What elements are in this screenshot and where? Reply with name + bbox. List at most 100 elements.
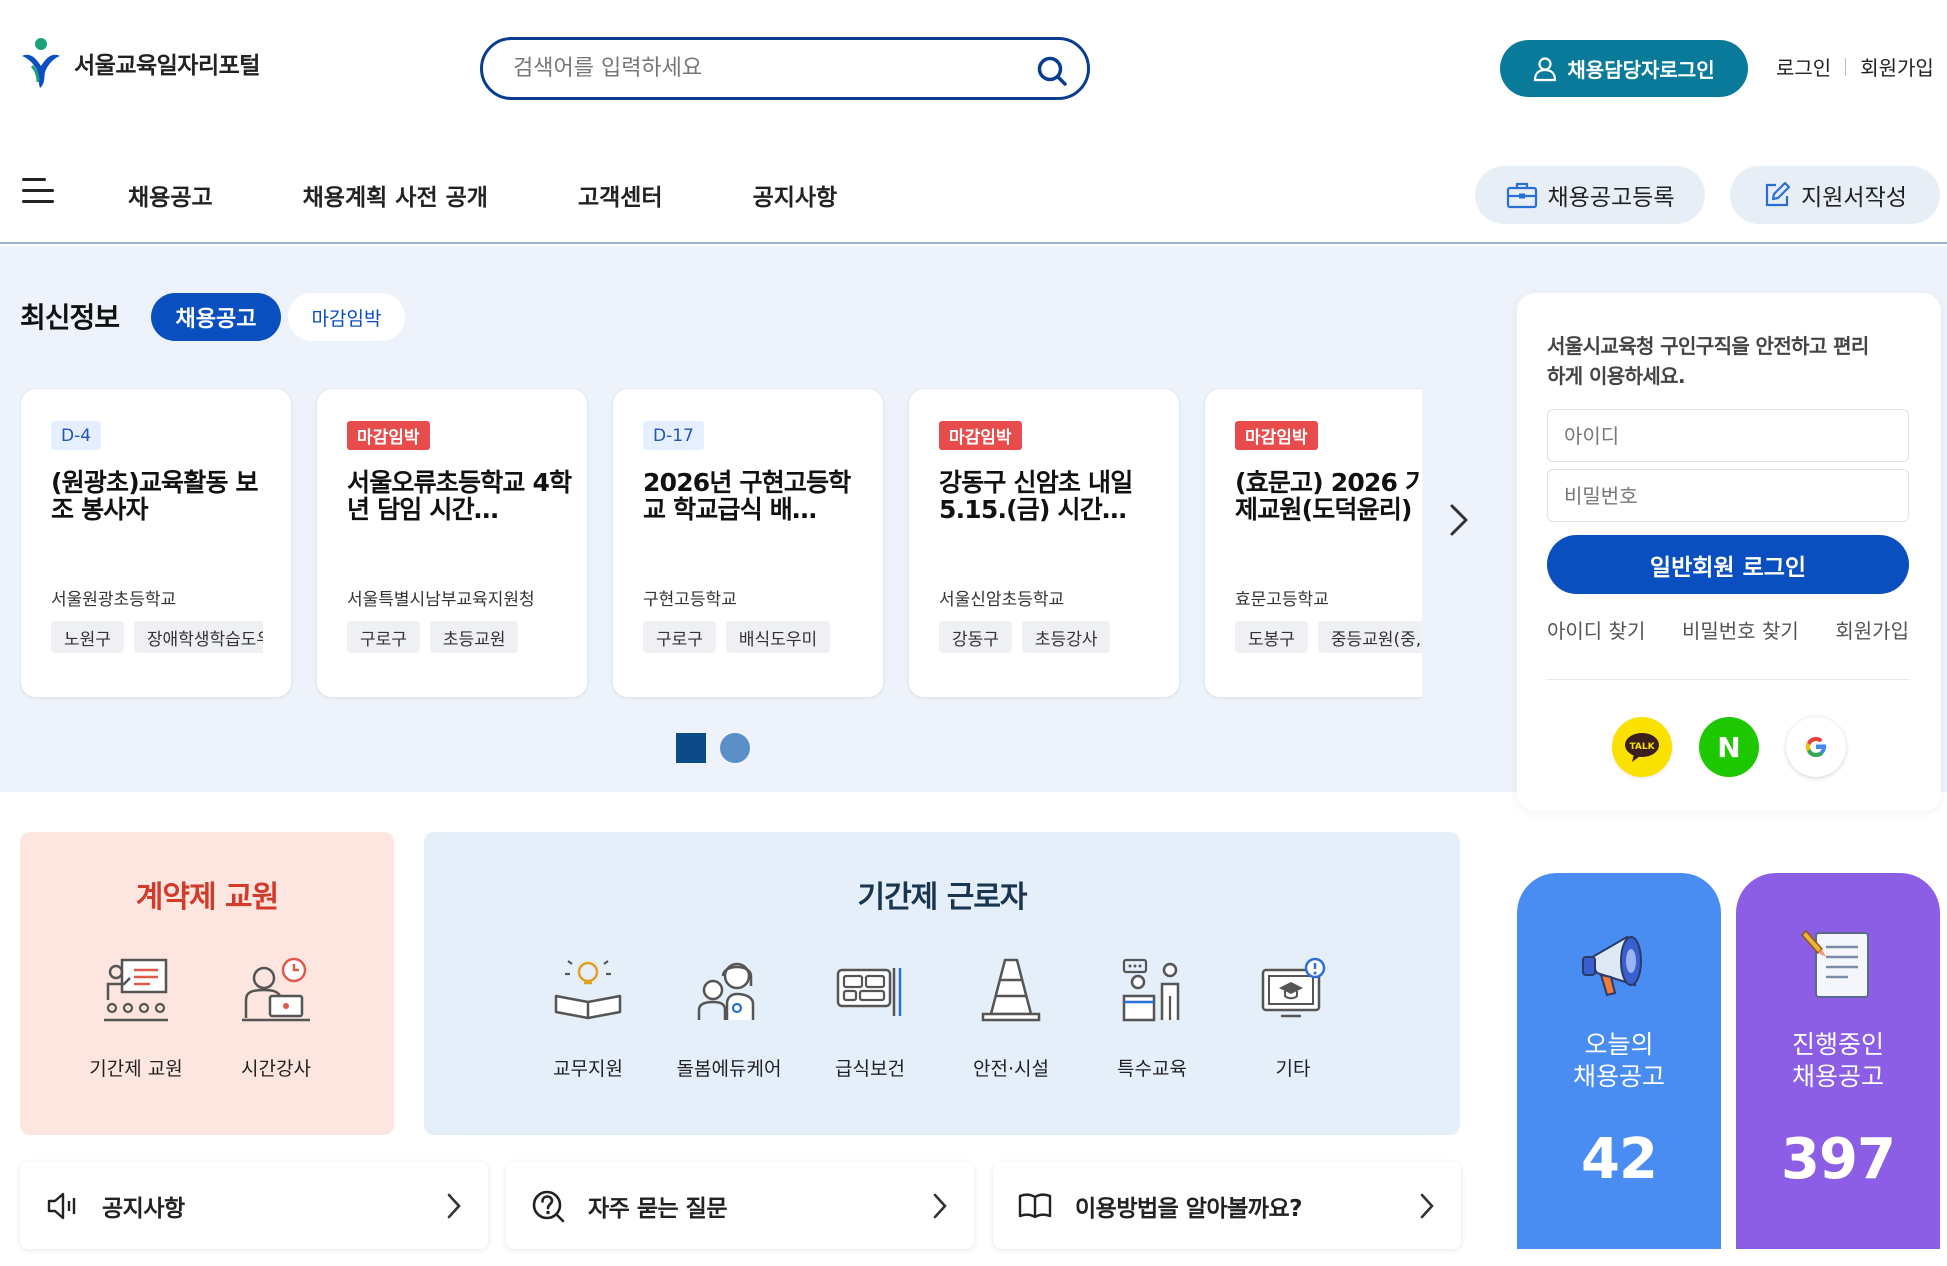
category-etc[interactable]: 기타 (1233, 956, 1353, 1081)
nav-menu: 채용공고 채용계획 사전 공개 고객센터 공지사항 (128, 178, 927, 212)
chevron-right-icon (447, 1193, 461, 1219)
lecturer-clock-icon (242, 957, 310, 1022)
speaker-icon (47, 1192, 76, 1219)
category-label: 안전·시설 (973, 1058, 1049, 1080)
today-postings-card[interactable]: 오늘의 채용공고 42 (1517, 873, 1721, 1249)
region-tag: 도봉구 (1235, 621, 1308, 653)
category-tag: 초등강사 (1021, 621, 1111, 653)
job-tags: 도봉구 중등교원(중,고) (1235, 621, 1422, 653)
job-card[interactable]: 마감임박 서울오류초등학교 4학년 담임 시간… 서울특별시남부교육지원청 구로… (316, 388, 588, 698)
signup-link[interactable]: 회원가입 (1860, 52, 1934, 81)
guide-link-card[interactable]: 이용방법을 알아볼까요? (993, 1162, 1461, 1249)
job-card[interactable]: 마감임박 강동구 신암초 내일 5.15.(금) 시간… 서울신암초등학교 강동… (908, 388, 1180, 698)
job-title: 강동구 신암초 내일 5.15.(금) 시간… (939, 469, 1133, 523)
category-tag: 장애학생학습도우미 (133, 621, 263, 653)
monitor-graduation-icon (1261, 957, 1326, 1018)
category-fixed-term-teacher[interactable]: 기간제 교원 (76, 956, 196, 1081)
find-id-link[interactable]: 아이디 찾기 (1547, 615, 1645, 644)
menu-icon[interactable] (22, 176, 54, 206)
deadline-tag: 마감임박 (1235, 421, 1318, 450)
job-organization: 효문고등학교 (1235, 590, 1329, 610)
logo-icon (22, 38, 60, 88)
kakao-label: TALK (1629, 742, 1655, 752)
faq-link-card[interactable]: 자주 묻는 질문 (506, 1162, 974, 1249)
carousel-next-icon[interactable] (1446, 502, 1470, 538)
link-separator (1845, 57, 1847, 76)
password-field[interactable] (1547, 469, 1909, 522)
question-icon (532, 1190, 565, 1222)
category-academic-support[interactable]: 교무지원 (528, 956, 648, 1081)
nav-item-customer-center[interactable]: 고객센터 (578, 178, 663, 212)
site-logo[interactable]: 서울교육일자리포털 (18, 36, 260, 90)
job-card[interactable]: 마감임박 (효문고) 2026 기간제교원(도덕윤리) 효문고등학교 도봉구 중… (1204, 388, 1422, 698)
site-name: 서울교육일자리포털 (74, 53, 260, 79)
username-field[interactable] (1547, 409, 1909, 462)
google-icon (1806, 737, 1827, 757)
deadline-tag: 마감임박 (939, 421, 1022, 450)
job-card-carousel: D-4 (원광초)교육활동 보조 봉사자 서울원광초등학교 노원구 장애학생학습… (20, 388, 1422, 700)
nav-item-job-postings[interactable]: 채용공고 (128, 178, 213, 212)
naver-login-button[interactable]: N (1699, 717, 1759, 777)
deadline-tag: D-17 (643, 421, 704, 450)
login-panel: 서울시교육청 구인구직을 안전하고 편리하게 이용하세요. 일반회원 로그인 아… (1517, 293, 1941, 811)
search-icon[interactable] (1035, 54, 1069, 88)
care-people-icon (697, 962, 755, 1020)
megaphone-icon (1582, 935, 1642, 997)
category-tag: 배식도우미 (725, 621, 831, 653)
ongoing-postings-card[interactable]: 진행중인 채용공고 397 (1736, 873, 1940, 1249)
kakao-login-button[interactable]: TALK (1612, 717, 1672, 777)
job-organization: 서울특별시남부교육지원청 (347, 590, 535, 610)
category-tag: 중등교원(중,고) (1317, 621, 1422, 653)
search-input[interactable] (513, 56, 1013, 81)
category-label: 기간제 교원 (89, 1058, 183, 1080)
meal-tray-icon (836, 968, 902, 1016)
google-login-button[interactable] (1786, 717, 1846, 777)
open-book-icon (1018, 1192, 1052, 1218)
notice-link-card[interactable]: 공지사항 (20, 1162, 488, 1249)
category-care-edu[interactable]: 돌봄에듀케어 (669, 956, 789, 1081)
deadline-tag: 마감임박 (347, 421, 430, 450)
main-nav: 채용공고 채용계획 사전 공개 고객센터 공지사항 채용공고등록 지원서작성 (0, 140, 1947, 244)
category-meal-health[interactable]: 급식보건 (810, 956, 930, 1081)
traffic-cone-icon (981, 958, 1041, 1022)
top-links: 로그인 회원가입 (1776, 52, 1934, 81)
job-tags: 구로구 초등교원 (347, 621, 559, 653)
category-label: 돌봄에듀케어 (676, 1058, 782, 1080)
login-link[interactable]: 로그인 (1776, 52, 1831, 81)
contract-teacher-section: 계약제 교원 기간제 교원 시간강사 (20, 832, 394, 1135)
category-special-education[interactable]: 특수교육 (1092, 956, 1212, 1081)
tab-closing-soon[interactable]: 마감임박 (288, 293, 405, 341)
chevron-right-icon (1420, 1193, 1434, 1219)
category-tag: 초등교원 (429, 621, 519, 653)
temporary-worker-section: 기간제 근로자 교무지원 돌봄에듀케어 급식보건 안전·시설 특수교육 기타 (424, 832, 1460, 1135)
signup-link[interactable]: 회원가입 (1835, 615, 1909, 644)
job-title: (효문고) 2026 기간제교원(도덕윤리) (1235, 469, 1422, 523)
member-login-button[interactable]: 일반회원 로그인 (1547, 535, 1909, 594)
find-password-link[interactable]: 비밀번호 찾기 (1682, 615, 1799, 644)
job-organization: 서울신암초등학교 (939, 590, 1065, 610)
site-header: 서울교육일자리포털 채용담당자로그인 로그인 회원가입 (0, 0, 1947, 140)
recruiter-login-button[interactable]: 채용담당자로그인 (1500, 40, 1748, 97)
post-job-button[interactable]: 채용공고등록 (1475, 166, 1705, 224)
job-card[interactable]: D-4 (원광초)교육활동 보조 봉사자 서울원광초등학교 노원구 장애학생학습… (20, 388, 292, 698)
carousel-pagination (676, 733, 750, 763)
region-tag: 강동구 (939, 621, 1012, 653)
category-lecturer[interactable]: 시간강사 (216, 956, 336, 1081)
recruiter-login-label: 채용담당자로그인 (1567, 58, 1715, 82)
job-card[interactable]: D-17 2026년 구현고등학교 학교급식 배… 구현고등학교 구로구 배식도… (612, 388, 884, 698)
nav-item-hiring-plans[interactable]: 채용계획 사전 공개 (303, 178, 488, 212)
notice-link-label: 공지사항 (102, 1195, 185, 1222)
pagination-dot-active[interactable] (676, 733, 706, 763)
post-job-label: 채용공고등록 (1547, 185, 1675, 211)
document-scroll-icon (1800, 929, 1869, 998)
nav-item-notices[interactable]: 공지사항 (753, 178, 838, 212)
region-tag: 구로구 (643, 621, 716, 653)
category-safety-facility[interactable]: 안전·시설 (951, 956, 1071, 1081)
pagination-dot[interactable] (720, 733, 750, 763)
write-application-button[interactable]: 지원서작성 (1730, 166, 1940, 224)
user-icon (1534, 56, 1557, 81)
temporary-worker-title: 기간제 근로자 (857, 880, 1027, 915)
chevron-right-icon (933, 1193, 947, 1219)
job-organization: 구현고등학교 (643, 590, 737, 610)
tab-job-postings[interactable]: 채용공고 (151, 293, 281, 341)
